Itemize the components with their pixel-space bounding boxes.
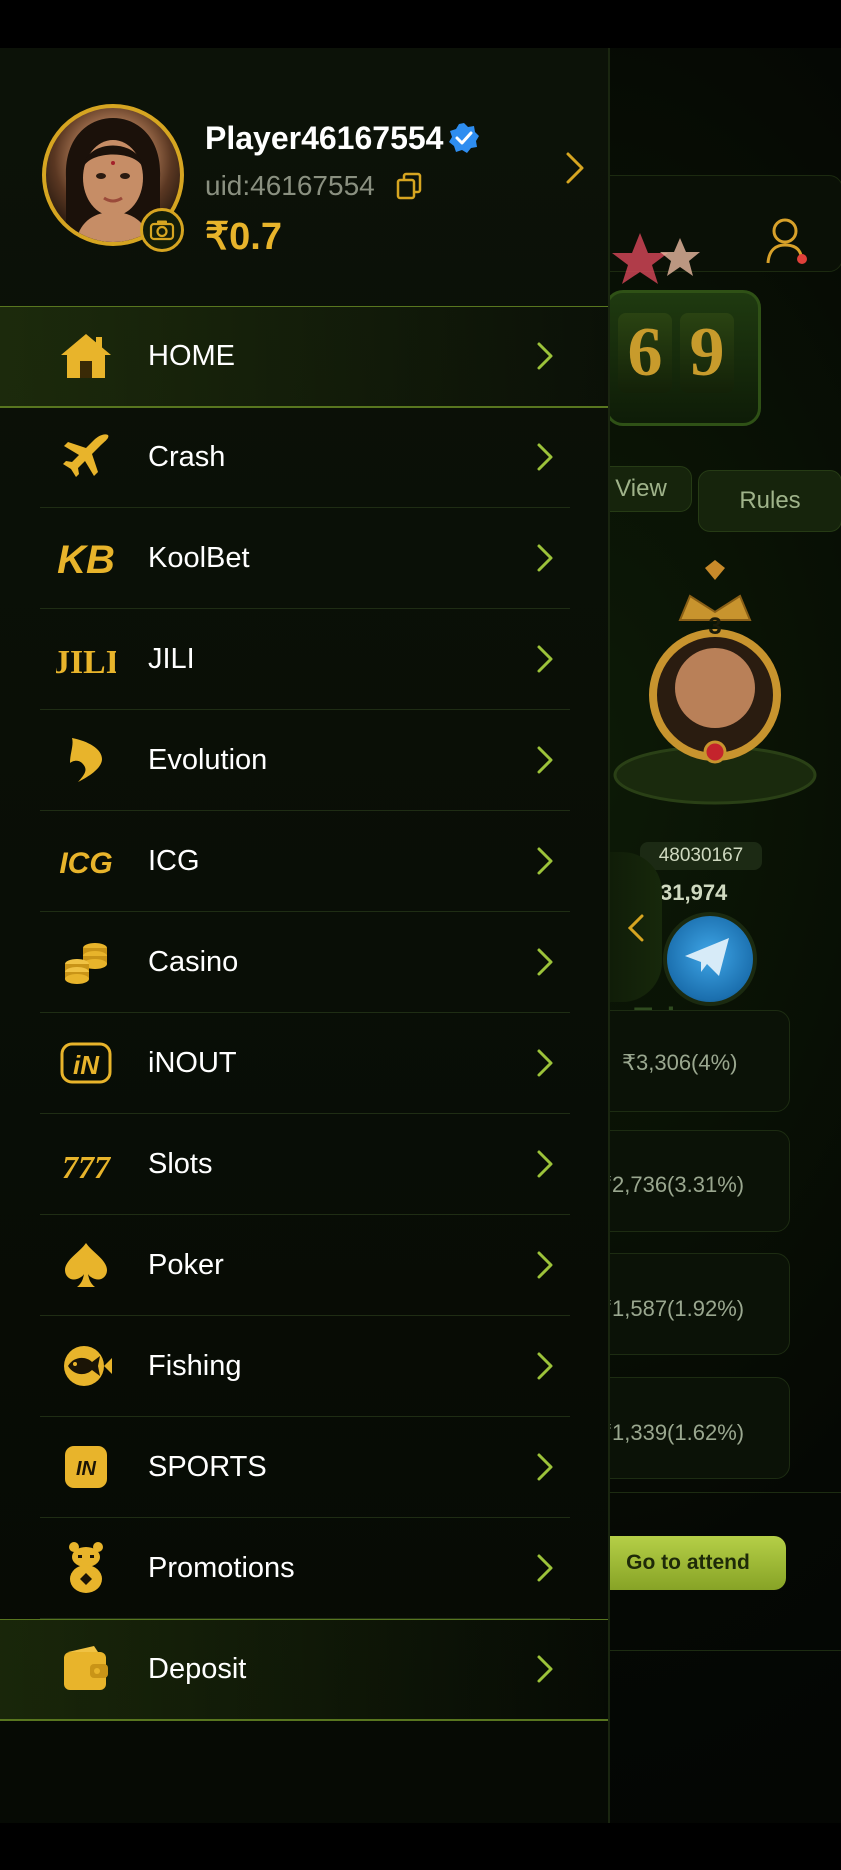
svg-text:iN: iN [73,1050,100,1080]
menu-item-label: ICG [148,845,200,877]
chevron-right-icon [537,847,553,875]
koolbet-logo-icon: KB [56,532,116,584]
profile-header[interactable]: Player46167554 uid:46167554 ₹0.7 [0,48,608,303]
menu-item-label: Poker [148,1249,224,1281]
gift-bear-icon [56,1542,116,1594]
chevron-right-icon [537,1352,553,1380]
chevron-right-icon [537,544,553,572]
drawer-menu: HOME Crash KB KoolBet JILI JILI Evolutio… [0,306,608,1721]
slot-digit: 6 [618,313,672,393]
menu-item-fishing[interactable]: Fishing [0,1316,608,1417]
menu-item-label: JILI [148,643,195,675]
menu-item-evolution[interactable]: Evolution [0,710,608,811]
menu-item-jili[interactable]: JILI JILI [0,609,608,710]
wallet-icon [56,1643,116,1695]
menu-item-label: Fishing [148,1350,242,1382]
player-id-badge: 48030167 [640,842,762,870]
camera-icon[interactable] [140,208,184,252]
svg-text:KB: KB [57,538,115,581]
username: Player46167554 [205,120,444,156]
jili-logo-icon: JILI [56,633,116,685]
slot-digit: 9 [680,313,734,393]
svg-text:JILI: JILI [56,644,116,681]
menu-item-koolbet[interactable]: KB KoolBet [0,508,608,609]
rank-value: ₹2,736(3.31%) [598,1172,745,1197]
player-score: 31,974 [660,880,728,905]
slot-machine-decoration [612,233,700,284]
coins-icon [56,936,116,988]
sports-logo-icon: IN [56,1441,116,1493]
user-profile-icon[interactable] [765,215,809,267]
home-icon [56,330,116,382]
side-drawer: Player46167554 uid:46167554 ₹0.7 HOME Cr… [0,48,610,1823]
rank-value: ₹3,306(4%) [622,1050,738,1075]
rank-trophy-frame: 3 [613,560,817,805]
menu-item-icg[interactable]: ICG ICG [0,811,608,912]
evolution-logo-icon [56,734,116,786]
menu-item-label: Crash [148,441,226,473]
bottom-bar-area [0,1823,841,1870]
copy-icon[interactable] [396,172,422,200]
uid-label: uid:46167554 [205,170,375,201]
menu-item-sports[interactable]: IN SPORTS [0,1417,608,1518]
spade-icon [56,1239,116,1291]
menu-item-label: Slots [148,1148,213,1180]
airplane-icon [56,431,116,483]
menu-item-label: KoolBet [148,542,250,574]
menu-item-crash[interactable]: Crash [0,407,608,508]
menu-item-promotions[interactable]: Promotions [0,1518,608,1619]
trophy-rank-number: 3 [708,613,721,640]
chevron-right-icon [537,645,553,673]
chevron-right-icon [537,1049,553,1077]
svg-text:IN: IN [76,1458,97,1480]
menu-item-label: Promotions [148,1552,295,1584]
menu-item-label: Casino [148,946,239,978]
chevron-left-icon [628,914,644,942]
chevron-right-icon [537,1453,553,1481]
777-slots-icon: 777 [56,1138,116,1190]
menu-item-poker[interactable]: Poker [0,1215,608,1316]
slot-machine-counter: 6 9 [605,290,761,426]
chevron-right-icon [537,746,553,774]
verified-check-icon [449,123,479,153]
menu-item-inout[interactable]: iN iNOUT [0,1013,608,1114]
menu-item-label: HOME [148,340,235,372]
menu-item-slots[interactable]: 777 Slots [0,1114,608,1215]
menu-item-label: Evolution [148,744,268,776]
rank-value: ₹1,339(1.62%) [598,1420,745,1445]
menu-item-label: SPORTS [148,1451,267,1483]
chevron-right-icon [537,342,553,370]
fish-icon [56,1340,116,1392]
wallet-balance: ₹0.7 [205,216,283,258]
menu-item-home[interactable]: HOME [0,306,608,408]
chevron-right-icon[interactable] [563,150,587,186]
divider [600,1492,841,1493]
menu-item-deposit[interactable]: Deposit [0,1619,608,1721]
chevron-right-icon [537,1150,553,1178]
svg-text:777: 777 [62,1149,112,1185]
status-bar-area [0,0,841,48]
chevron-right-icon [537,948,553,976]
rules-button[interactable]: Rules [698,470,841,532]
menu-item-label: Deposit [148,1653,247,1685]
chevron-right-icon [537,443,553,471]
divider [0,1719,608,1720]
chevron-right-icon [537,1554,553,1582]
svg-text:ICG: ICG [59,847,112,880]
chevron-right-icon [537,1251,553,1279]
chevron-right-icon [537,1655,553,1683]
menu-item-label: iNOUT [148,1047,237,1079]
go-to-attend-button[interactable]: Go to attend [590,1536,786,1590]
menu-item-casino[interactable]: Casino [0,912,608,1013]
telegram-icon[interactable] [663,912,757,1006]
icg-logo-icon: ICG [56,835,116,887]
divider [600,1650,841,1651]
rank-value: ₹1,587(1.92%) [598,1296,745,1321]
inout-logo-icon: iN [56,1037,116,1089]
